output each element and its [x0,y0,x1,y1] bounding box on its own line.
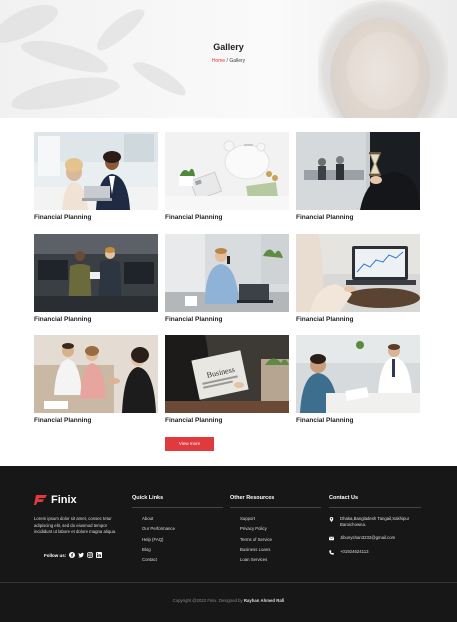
gallery-image [296,335,420,413]
footer-link-support[interactable]: Support [240,516,272,526]
breadcrumb-current: Gallery [229,58,246,64]
contact-phone[interactable]: +01924624113 [329,549,368,555]
divider [230,507,321,508]
divider [132,507,223,508]
gallery-caption: Financial Planning [34,214,92,221]
gallery-caption: Financial Planning [296,417,354,424]
copyright: Copyright @2022 Finix. Designed by Rayha… [0,598,457,603]
contact-title: Contact Us [329,495,359,501]
breadcrumb: Home / Gallery [0,58,457,64]
footer-link-loan-services[interactable]: Loan Services [240,557,272,567]
email-text: Jibunyshan3232@gmail.com [340,535,396,540]
gallery-caption: Financial Planning [165,316,223,323]
contact-address: Dhaka,Bangladesh Tangail,Sakhipur Baroic… [329,516,421,529]
page-title: Gallery [213,42,244,52]
brand-name: Finix [51,494,77,506]
breadcrumb-home-link[interactable]: Home [212,58,225,64]
gallery-image [34,234,158,312]
footer-link-privacy[interactable]: Privacy Policy [240,526,272,536]
gallery-caption: Financial Planning [34,417,92,424]
linkedin-icon[interactable] [96,552,103,558]
footer-link-business-loans[interactable]: Business Loans [240,547,272,557]
facebook-icon[interactable] [69,552,76,558]
gallery-image [165,234,289,312]
gallery-image: Business [165,335,289,413]
gallery-image [34,335,158,413]
gallery-item[interactable]: Financial Planning [34,234,158,323]
gallery-caption: Financial Planning [34,316,92,323]
follow-us: Follow us: [44,552,103,558]
phone-icon [329,550,334,555]
gallery-item[interactable]: Financial Planning [296,234,420,323]
gallery-caption: Financial Planning [296,214,354,221]
footer-link-performance[interactable]: Our Performance [142,526,175,536]
contact-email[interactable]: Jibunyshan3232@gmail.com [329,535,395,541]
designer-name[interactable]: Rayhan Ahmed Rafi [244,598,284,603]
follow-label: Follow us: [44,552,67,558]
gallery-item[interactable]: Financial Planning [34,132,158,221]
gallery-item[interactable]: Business Financial Planning [165,335,289,424]
view-more-button[interactable]: View more [165,437,214,451]
instagram-icon[interactable] [87,552,94,558]
gallery-item[interactable]: Financial Planning [296,132,420,221]
footer-link-contact[interactable]: Contact [142,557,175,567]
other-resources-list: Support Privacy Policy Terms of Service … [240,516,272,567]
gallery-caption: Financial Planning [165,214,223,221]
divider [329,507,421,508]
page-hero: Gallery Home / Gallery [0,0,457,118]
site-footer: Finix Lorem ipsum dolor sit amet, consec… [0,466,457,622]
quick-links-list: About Our Performance Help (FAQ) Blog Co… [142,516,175,567]
gallery-image [165,132,289,210]
gallery-image [34,132,158,210]
quick-links-title: Quick Links [132,495,164,501]
location-pin-icon [329,517,334,522]
gallery-item[interactable]: Financial Planning [165,234,289,323]
gallery-image [296,132,420,210]
address-text: Dhaka,Bangladesh Tangail,Sakhipur Baroic… [340,516,410,528]
phone-text: +01924624113 [340,549,369,554]
finix-logo-icon [34,495,47,505]
plant-shadow [8,70,122,116]
breadcrumb-separator: / [226,58,228,64]
gallery-caption: Financial Planning [165,417,223,424]
gallery-item[interactable]: Financial Planning [34,335,158,424]
other-resources-title: Other Resources [230,495,275,501]
footer-divider [0,582,457,583]
mail-icon [329,536,334,541]
twitter-icon[interactable] [78,552,85,558]
gallery-item[interactable]: Financial Planning [296,335,420,424]
footer-link-about[interactable]: About [142,516,175,526]
gallery-item[interactable]: Financial Planning [165,132,289,221]
footer-link-faq[interactable]: Help (FAQ) [142,537,175,547]
gallery-image [296,234,420,312]
footer-logo[interactable]: Finix [34,494,77,506]
gallery-caption: Financial Planning [296,316,354,323]
copyright-text: Copyright @2022 Finix. Designed by [172,598,243,603]
footer-link-blog[interactable]: Blog [142,547,175,557]
footer-link-terms[interactable]: Terms of Service [240,537,272,547]
footer-about-text: Lorem ipsum dolor sit amet, consec tetur… [34,516,117,535]
